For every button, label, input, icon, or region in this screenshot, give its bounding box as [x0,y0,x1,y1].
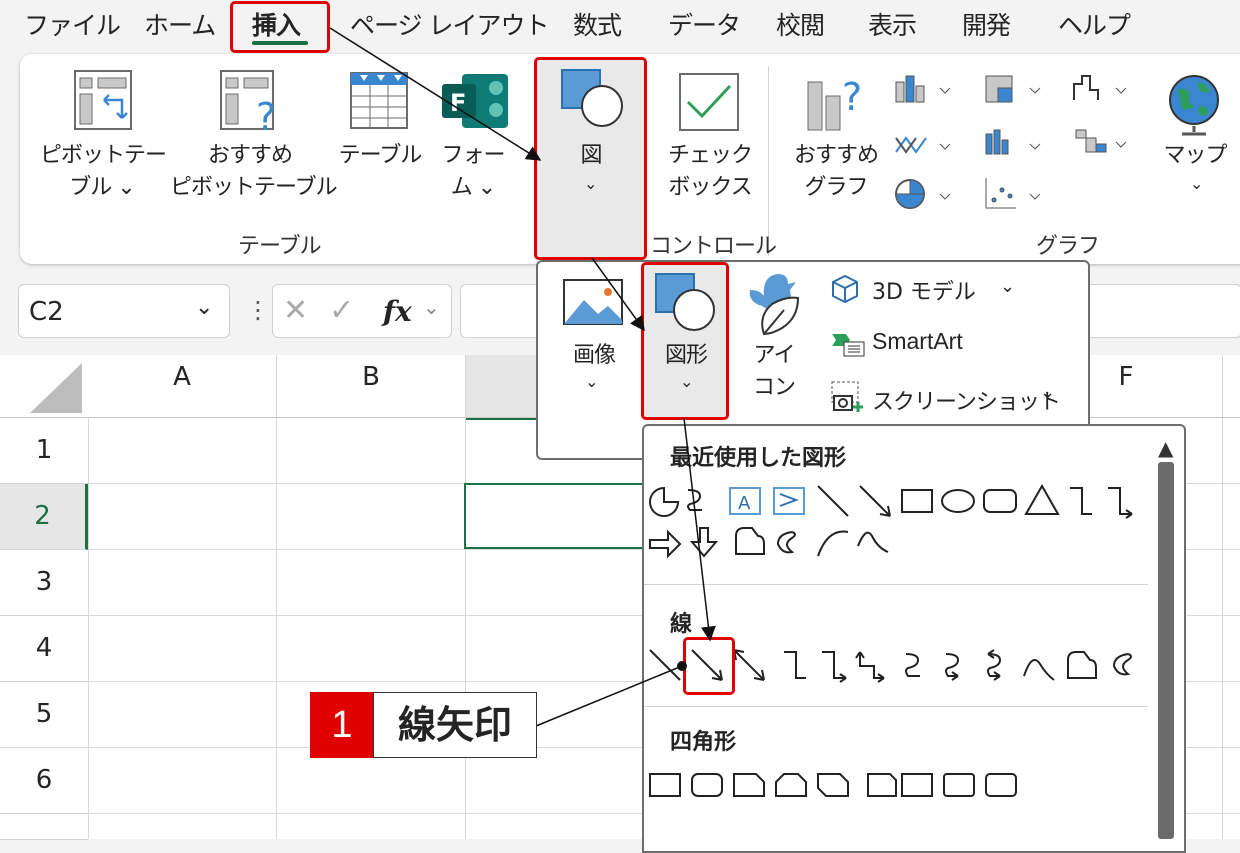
callout-label: 線矢印 [373,692,537,758]
annotation-arrows [329,27,716,727]
callout-number-badge: 1 [310,692,374,758]
